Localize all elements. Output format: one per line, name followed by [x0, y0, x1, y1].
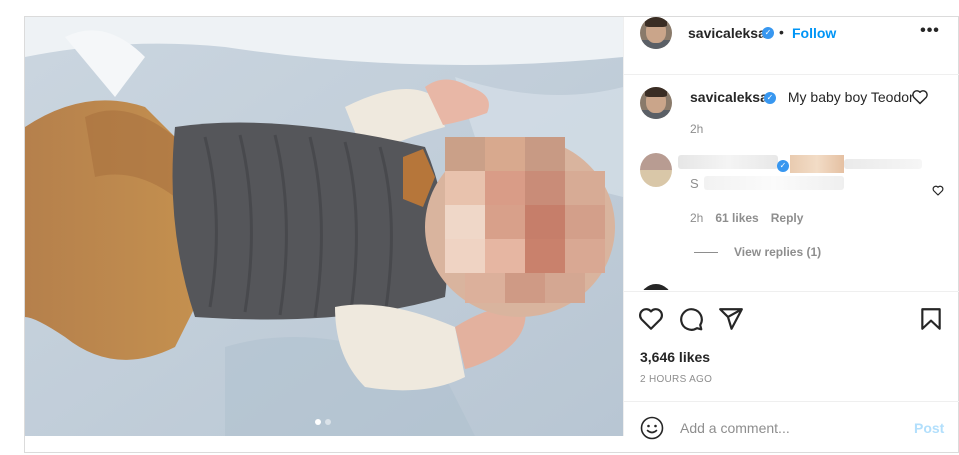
comment-likes[interactable]: 61 likes: [715, 211, 758, 225]
comment-icon[interactable]: [678, 306, 704, 332]
more-options-icon[interactable]: •••: [920, 23, 940, 41]
baby-photo-image: [25, 17, 623, 436]
blurred-content: [844, 159, 922, 169]
caption-avatar[interactable]: [640, 87, 672, 119]
replies-divider-line: [694, 251, 718, 253]
likes-count[interactable]: 3,646 likes: [640, 349, 710, 365]
view-replies-label: View replies (1): [734, 245, 822, 259]
emoji-icon[interactable]: [640, 416, 664, 440]
post-comment-button[interactable]: Post: [914, 420, 944, 436]
comment-input[interactable]: [680, 412, 900, 444]
caption-username[interactable]: savicaleksa: [690, 89, 768, 105]
comments-list[interactable]: savicaleksa My baby boy Teodor ✓ 2h ✓ S 2…: [624, 75, 959, 290]
post-photo[interactable]: [25, 17, 623, 436]
carousel-dot: [315, 419, 321, 425]
add-comment-bar: Post: [624, 401, 959, 453]
comment-like-heart-icon[interactable]: [932, 185, 944, 196]
carousel-dots: [315, 419, 331, 425]
post-header: savicaleksa ✓ • Follow •••: [624, 17, 959, 75]
post-timestamp[interactable]: 2 HOURS AGO: [640, 374, 712, 385]
share-icon[interactable]: [718, 306, 744, 332]
post-actions: 3,646 likes 2 HOURS AGO: [624, 291, 959, 401]
commenter-avatar[interactable]: [640, 153, 672, 187]
post-side-panel: savicaleksa ✓ • Follow ••• savicaleksa My…: [623, 17, 959, 444]
heart-icon[interactable]: [638, 306, 664, 332]
separator-bullet: •: [779, 24, 784, 40]
verified-badge-icon: ✓: [777, 160, 789, 172]
caption-timestamp: 2h: [690, 122, 704, 136]
commenter-username-blurred: [678, 155, 778, 169]
author-avatar[interactable]: [640, 17, 672, 49]
carousel-dot: [325, 419, 331, 425]
verified-badge-icon: ✓: [764, 92, 776, 104]
heart-small-icon: [912, 90, 928, 105]
bookmark-icon[interactable]: [918, 306, 944, 332]
post-modal: savicaleksa ✓ • Follow ••• savicaleksa My…: [24, 16, 959, 453]
next-commenter-avatar[interactable]: [640, 284, 672, 290]
author-username[interactable]: savicaleksa: [688, 25, 766, 41]
view-replies-button[interactable]: View replies (1): [694, 245, 821, 259]
comment-timestamp: 2h: [690, 211, 704, 225]
comment-text-initial: S: [690, 176, 699, 191]
blurred-comment-text: [704, 176, 844, 190]
reply-button[interactable]: Reply: [771, 211, 804, 225]
follow-button[interactable]: Follow: [792, 25, 836, 41]
blurred-content: [790, 155, 844, 173]
caption: savicaleksa My baby boy Teodor: [690, 89, 914, 105]
caption-text: My baby boy Teodor: [787, 89, 914, 105]
verified-badge-icon: ✓: [762, 27, 774, 39]
comment-meta: 2h 61 likes Reply: [690, 211, 803, 225]
